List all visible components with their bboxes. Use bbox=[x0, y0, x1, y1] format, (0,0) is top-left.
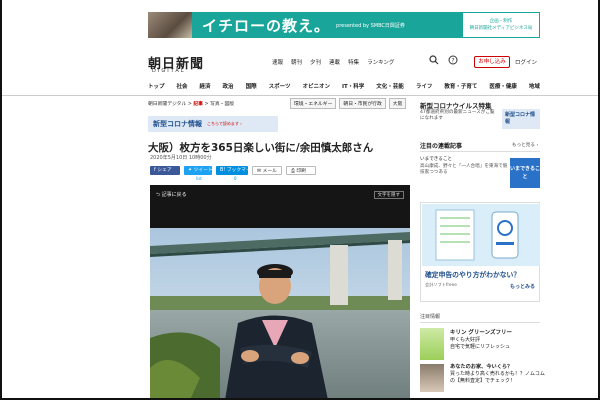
mail-share-button[interactable]: ✉ メール bbox=[252, 166, 282, 175]
series-article-thumbnail[interactable]: いまできること bbox=[510, 158, 540, 188]
series-article-summary: 高山康成、野々と「一人合唱」を東海で競技家つつある bbox=[420, 163, 508, 176]
print-button[interactable]: ⎙ 印刷 bbox=[286, 166, 316, 175]
ad2-line: 自宅で気軽にリフレッシュ bbox=[450, 344, 511, 350]
banner-title: イチローの教え。 bbox=[202, 16, 331, 35]
article-headline: 大阪）枚方を365日楽しい街に/余田慎太郎さん bbox=[148, 142, 374, 154]
article-photo bbox=[150, 228, 410, 400]
topic-tag[interactable]: 環境・エネルギー bbox=[290, 98, 337, 109]
svg-text:?: ? bbox=[451, 57, 454, 64]
ad3-image[interactable] bbox=[420, 364, 444, 392]
ad3-title: あなたのお家、今いくら？ bbox=[450, 364, 513, 370]
photo-viewer: ⮌ 記事に戻る 文字を隠す bbox=[150, 185, 410, 400]
gnav-item[interactable]: 経済 bbox=[200, 82, 211, 90]
gnav-item[interactable]: スポーツ bbox=[269, 82, 291, 90]
breadcrumb-home[interactable]: 朝日新聞デジタル bbox=[148, 102, 186, 107]
article-date: 2020年5月10日 10時00分 bbox=[150, 155, 212, 161]
share-buttons: f シェア ✦ ツイート B! ブックマーク ✉ メール ⎙ 印刷 bbox=[150, 166, 316, 175]
subscribe-button[interactable]: お申し込み bbox=[474, 56, 510, 68]
facebook-share-button[interactable]: f シェア bbox=[150, 166, 180, 175]
sidebar-divider bbox=[420, 151, 540, 152]
nav-divider bbox=[0, 95, 600, 96]
sidebar-covid-thumbnail[interactable]: 新型コロナ情報 bbox=[502, 109, 540, 129]
gnav-item[interactable]: 地域 bbox=[529, 82, 540, 90]
breadcrumb-section[interactable]: 記事 bbox=[193, 102, 203, 107]
ad2-line: 甲くも大好評 bbox=[450, 337, 481, 343]
ad-more-link[interactable]: もっとみる bbox=[510, 283, 535, 290]
login-link[interactable]: ログイン bbox=[515, 58, 537, 66]
ad3[interactable]: あなたのお家、今いくら？ 買った時より高く売れるかも！？ノムコムの【無料査定】で… bbox=[450, 364, 546, 385]
help-icon[interactable]: ? bbox=[447, 55, 458, 66]
topic-tag[interactable]: 朝日・市民が行政 bbox=[339, 98, 386, 109]
header-nav: 速報 朝刊 夕刊 連載 特集 ランキング bbox=[272, 58, 394, 66]
breadcrumb-page: 写真・図版 bbox=[210, 102, 235, 107]
ad-sponsor: 会計ソフトfreee bbox=[425, 282, 457, 287]
ad3-text: 買った時より高く売れるかも！？ノムコムの【無料査定】でチェック！ bbox=[450, 371, 545, 384]
gnav-item[interactable]: 政治 bbox=[223, 82, 234, 90]
twitter-count: list bbox=[196, 176, 202, 181]
covid-banner[interactable]: 新型コロナ情報 こちらで読めます › bbox=[148, 116, 278, 132]
search-icon[interactable] bbox=[428, 55, 439, 66]
banner-credit: 企画・制作 朝日新聞社メディアビジネス局 bbox=[462, 12, 540, 38]
global-nav: トップ 社会 経済 政治 国際 スポーツ オピニオン IT・科学 文化・芸能 ラ… bbox=[148, 82, 540, 90]
featured-series-heading: 注目の連載記事 bbox=[420, 143, 463, 150]
gnav-item[interactable]: IT・科学 bbox=[342, 82, 364, 90]
header-nav-item[interactable]: 特集 bbox=[348, 58, 359, 66]
covid-banner-link: こちらで読めます › bbox=[207, 121, 242, 126]
sidebar-covid-heading[interactable]: 新型コロナウイルス特集 bbox=[420, 100, 492, 110]
see-more-link[interactable]: もっと見る › bbox=[512, 142, 538, 148]
covid-banner-title: 新型コロナ情報 bbox=[153, 120, 202, 128]
gnav-item[interactable]: オピニオン bbox=[302, 82, 330, 90]
gnav-item[interactable]: 文化・芸能 bbox=[376, 82, 404, 90]
pickup-heading: 注目情報 bbox=[420, 314, 441, 320]
hide-caption-button[interactable]: 文字を隠す bbox=[373, 191, 404, 199]
gnav-item[interactable]: 社会 bbox=[177, 82, 188, 90]
site-logo-sub: DIGITAL bbox=[152, 68, 186, 74]
topic-tag[interactable]: 大阪 bbox=[388, 98, 407, 109]
topic-tags: 環境・エネルギー 朝日・市民が行政 大阪 bbox=[290, 98, 407, 109]
gnav-item[interactable]: 教育・子育て bbox=[444, 82, 477, 90]
header-icons: ? bbox=[428, 55, 458, 66]
sidebar-divider bbox=[420, 322, 540, 323]
gnav-item[interactable]: トップ bbox=[148, 82, 165, 90]
header-nav-item[interactable]: 夕刊 bbox=[310, 58, 321, 66]
header-nav-item[interactable]: ランキング bbox=[367, 58, 394, 66]
gnav-item[interactable]: 医療・健康 bbox=[489, 82, 517, 90]
sidebar-ad[interactable]: 確定申告のやり方がわかない？ 会計ソフトfreee もっとみる bbox=[420, 202, 540, 302]
ad2-image[interactable] bbox=[420, 328, 444, 360]
breadcrumb: 朝日新聞デジタル > 記事 > 写真・図版 bbox=[148, 102, 235, 107]
header-nav-item[interactable]: 朝刊 bbox=[291, 58, 302, 66]
sidebar-covid-text: 47都道府県別の最新ニュースがご覧になれます bbox=[420, 110, 495, 121]
hatena-bookmark-button[interactable]: B! ブックマーク bbox=[216, 166, 256, 175]
photo-viewer-toolbar bbox=[150, 185, 410, 228]
top-ad-banner[interactable]: イチローの教え。 presented by SMBC日興証券 企画・制作 朝日新… bbox=[148, 12, 540, 38]
banner-sponsor: presented by SMBC日興証券 bbox=[336, 22, 405, 29]
ad-image bbox=[422, 204, 540, 266]
gnav-item[interactable]: 国際 bbox=[246, 82, 257, 90]
back-to-article-link[interactable]: ⮌ 記事に戻る bbox=[156, 191, 187, 200]
header-nav-item[interactable]: 連載 bbox=[329, 58, 340, 66]
twitter-share-button[interactable]: ✦ ツイート bbox=[184, 166, 213, 175]
ad2[interactable]: キリン グリーンズフリー 甲くも大好評 自宅で気軽にリフレッシュ bbox=[450, 330, 512, 351]
gnav-item[interactable]: ライフ bbox=[416, 82, 433, 90]
ad-title: 確定申告のやり方がわかない？ bbox=[425, 271, 521, 279]
series-article[interactable]: いまできること 高山康成、野々と「一人合唱」を東海で競技家つつある bbox=[420, 157, 510, 177]
hatena-count: 0 bbox=[234, 176, 237, 181]
ad2-title: キリン グリーンズフリー bbox=[450, 330, 513, 336]
header-nav-item[interactable]: 速報 bbox=[272, 58, 283, 66]
banner-photo bbox=[148, 12, 192, 38]
